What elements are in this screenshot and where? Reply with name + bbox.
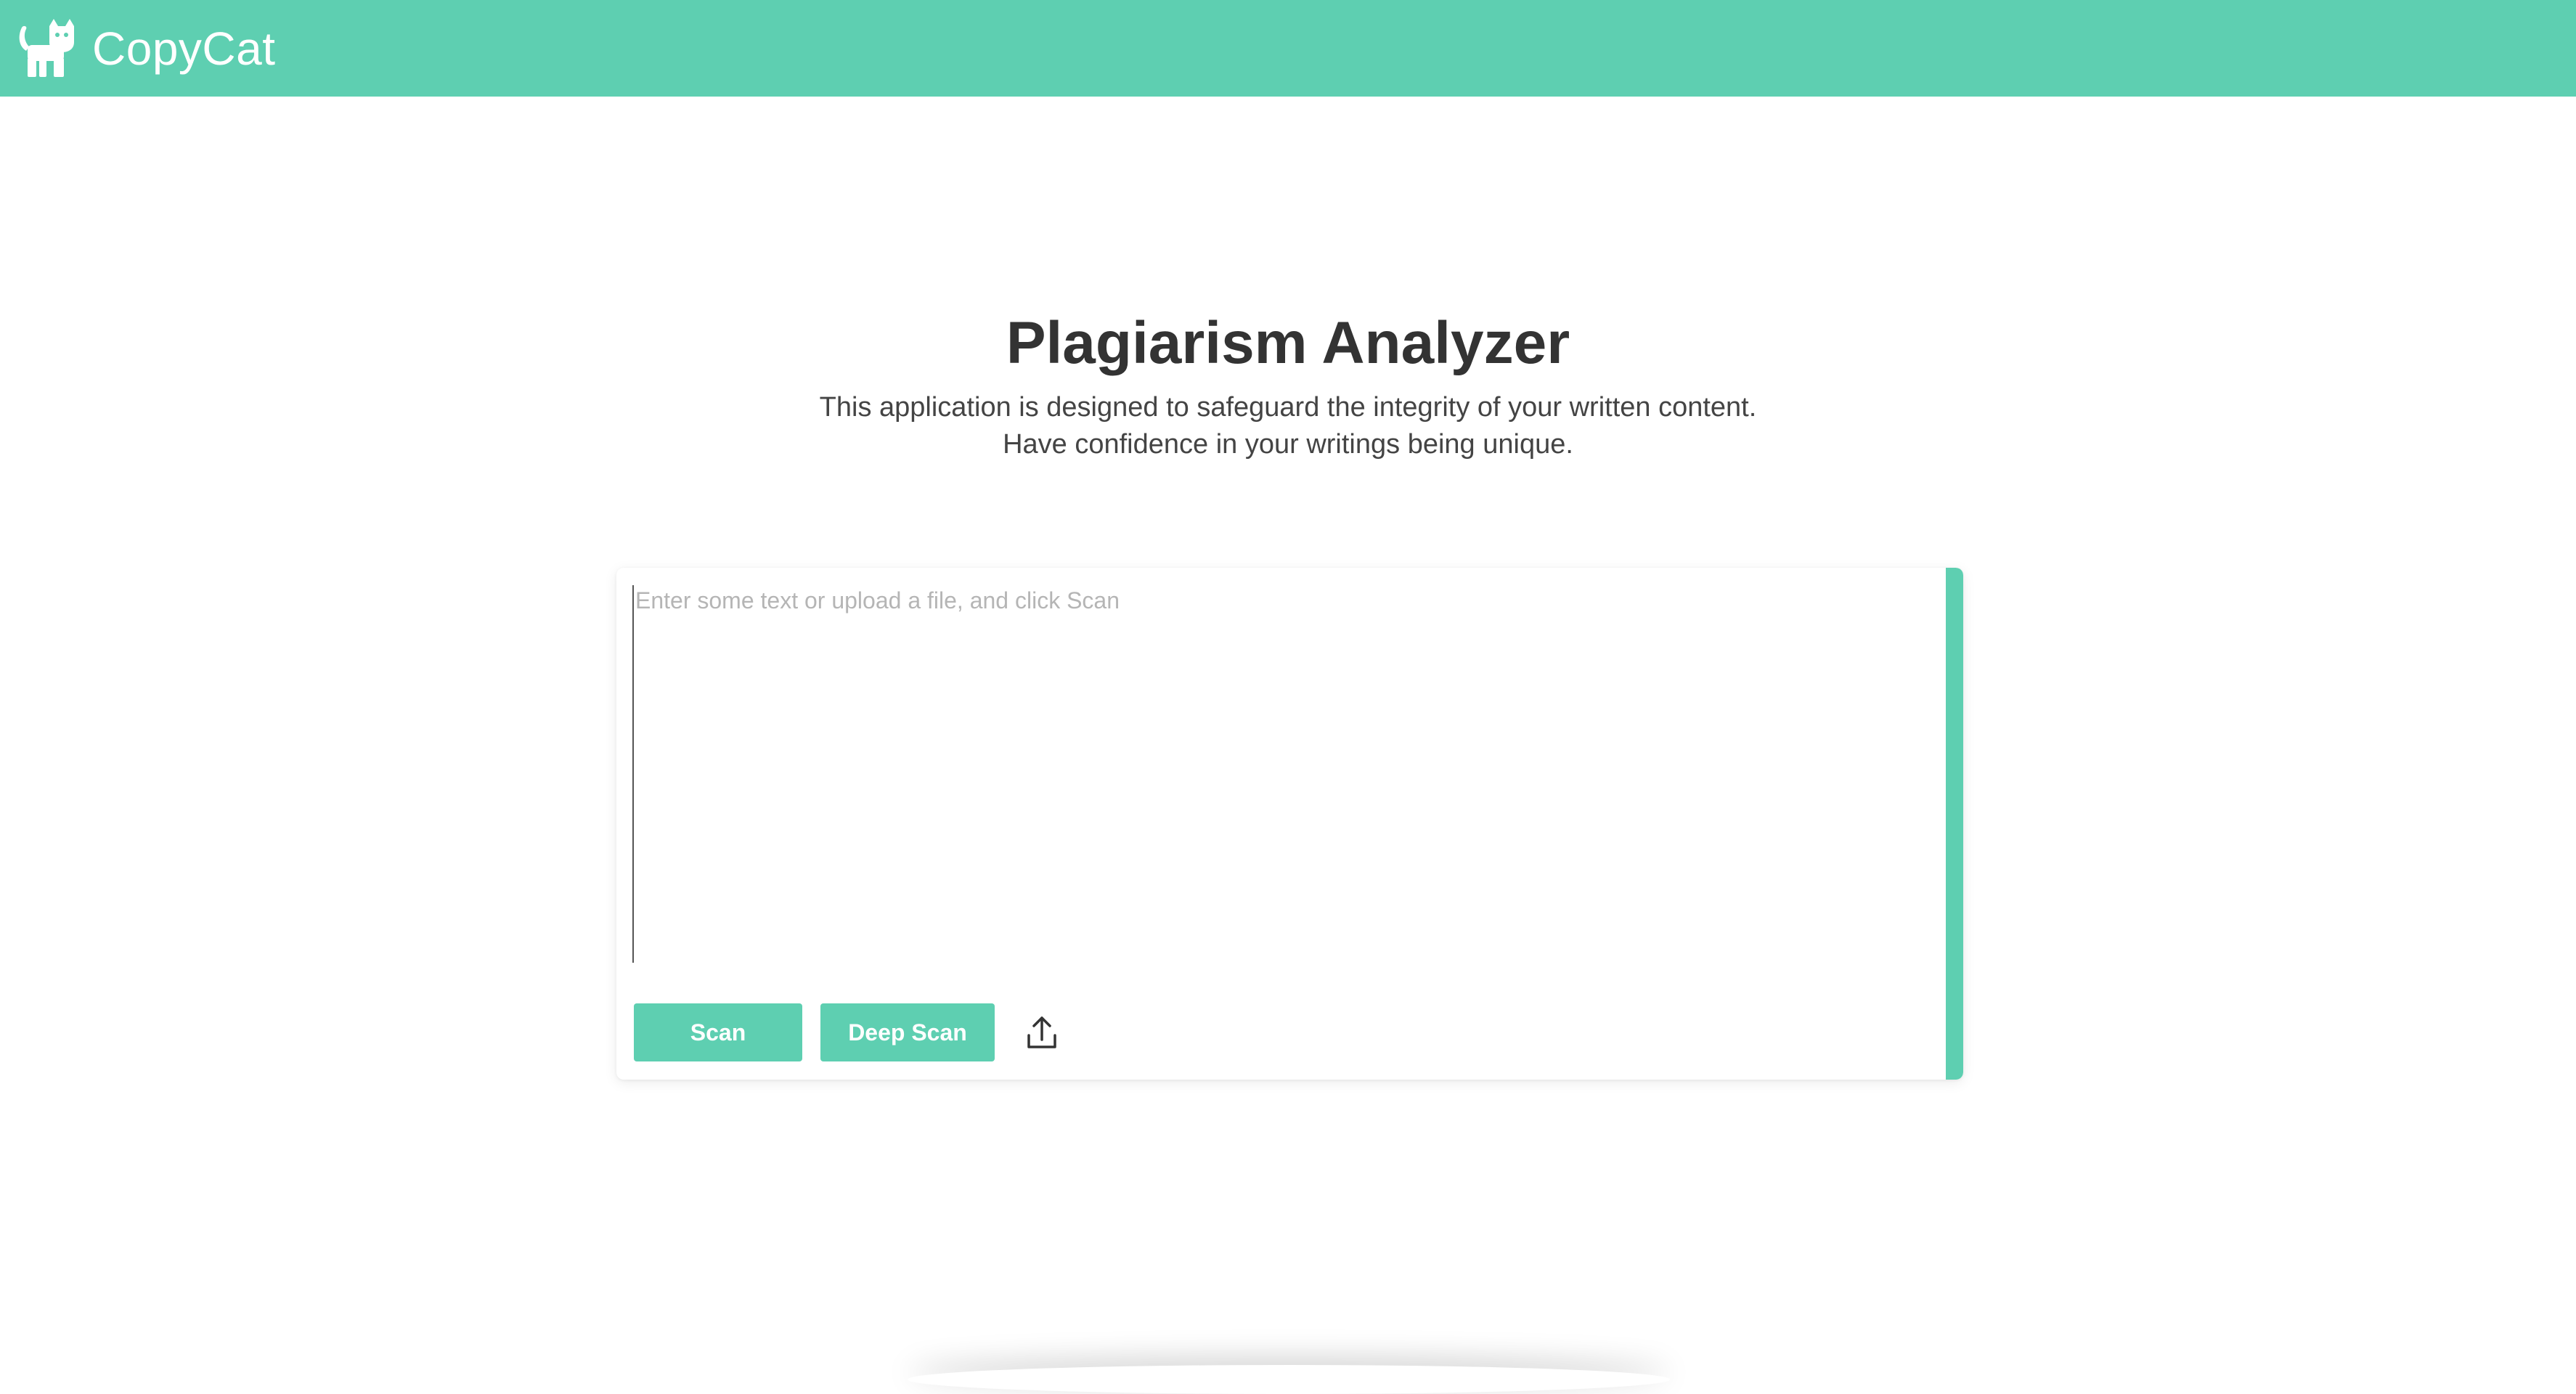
editor-scrollbar[interactable]	[1946, 568, 1963, 1080]
top-navigation-bar: CopyCat	[0, 0, 2576, 97]
upload-icon[interactable]	[1022, 1012, 1062, 1053]
cat-icon[interactable]	[16, 17, 77, 78]
scan-editor-card: Scan Deep Scan	[616, 568, 1963, 1080]
bottom-panel-shadow	[908, 1365, 1670, 1394]
brand-name[interactable]: CopyCat	[92, 20, 276, 77]
page-subtitle: This application is designed to safeguar…	[0, 389, 2576, 463]
page-title: Plagiarism Analyzer	[1006, 310, 1570, 376]
text-input[interactable]	[632, 585, 1928, 963]
scan-button[interactable]: Scan	[634, 1003, 802, 1061]
subtitle-line-2: Have confidence in your writings being u…	[1003, 429, 1573, 460]
subtitle-line-1: This application is designed to safeguar…	[819, 392, 1757, 423]
deep-scan-button[interactable]: Deep Scan	[820, 1003, 995, 1061]
